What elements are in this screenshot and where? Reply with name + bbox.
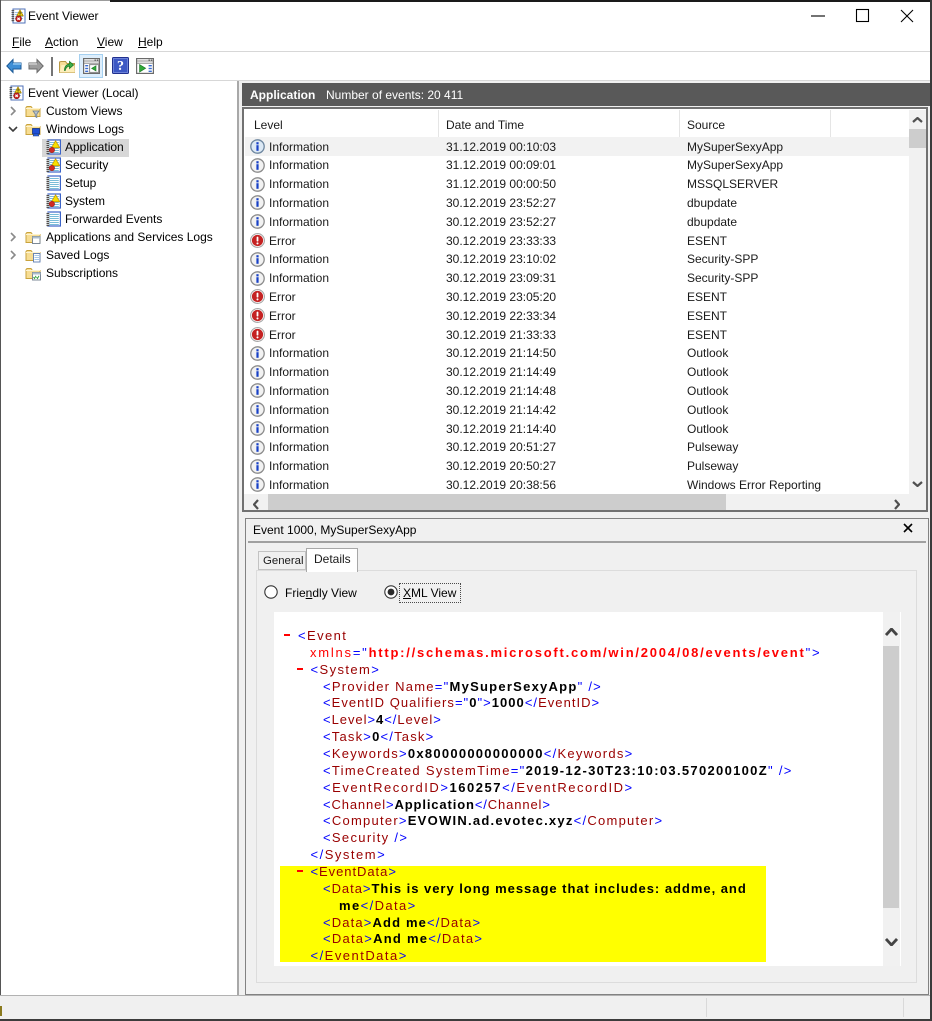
svg-text:?: ?	[117, 59, 124, 74]
